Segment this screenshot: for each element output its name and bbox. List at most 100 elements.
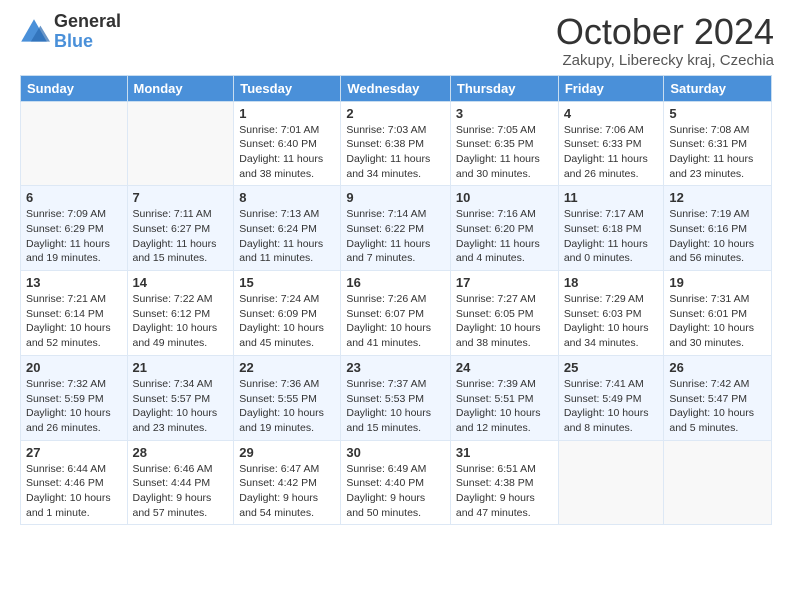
day-number: 26 [669,360,766,375]
calendar-week-row: 27 Sunrise: 6:44 AM Sunset: 4:46 PM Dayli… [21,440,772,525]
day-number: 2 [346,106,445,121]
weekday-header: Tuesday [234,75,341,101]
day-info: Sunrise: 7:34 AM Sunset: 5:57 PM Dayligh… [133,377,229,436]
calendar-cell: 21 Sunrise: 7:34 AM Sunset: 5:57 PM Dayli… [127,355,234,440]
weekday-header: Saturday [664,75,772,101]
calendar-cell [558,440,664,525]
calendar-cell: 22 Sunrise: 7:36 AM Sunset: 5:55 PM Dayli… [234,355,341,440]
calendar-week-row: 13 Sunrise: 7:21 AM Sunset: 6:14 PM Dayli… [21,271,772,356]
day-number: 21 [133,360,229,375]
calendar-cell: 6 Sunrise: 7:09 AM Sunset: 6:29 PM Daylig… [21,186,128,271]
day-number: 8 [239,190,335,205]
day-number: 31 [456,445,553,460]
day-info: Sunrise: 6:44 AM Sunset: 4:46 PM Dayligh… [26,462,122,521]
calendar-cell: 16 Sunrise: 7:26 AM Sunset: 6:07 PM Dayli… [341,271,451,356]
calendar-cell: 23 Sunrise: 7:37 AM Sunset: 5:53 PM Dayli… [341,355,451,440]
calendar-cell: 13 Sunrise: 7:21 AM Sunset: 6:14 PM Dayli… [21,271,128,356]
day-info: Sunrise: 7:37 AM Sunset: 5:53 PM Dayligh… [346,377,445,436]
title-block: October 2024 Zakupy, Liberecky kraj, Cze… [556,12,774,69]
day-info: Sunrise: 7:31 AM Sunset: 6:01 PM Dayligh… [669,292,766,351]
day-info: Sunrise: 7:03 AM Sunset: 6:38 PM Dayligh… [346,123,445,182]
calendar-cell: 24 Sunrise: 7:39 AM Sunset: 5:51 PM Dayli… [450,355,558,440]
day-info: Sunrise: 6:51 AM Sunset: 4:38 PM Dayligh… [456,462,553,521]
day-number: 19 [669,275,766,290]
logo-icon [18,16,50,48]
day-info: Sunrise: 7:19 AM Sunset: 6:16 PM Dayligh… [669,207,766,266]
day-number: 25 [564,360,659,375]
day-number: 14 [133,275,229,290]
calendar-week-row: 1Sunrise: 7:01 AM Sunset: 6:40 PM Daylig… [21,101,772,186]
day-number: 24 [456,360,553,375]
day-info: Sunrise: 7:39 AM Sunset: 5:51 PM Dayligh… [456,377,553,436]
day-number: 5 [669,106,766,121]
day-info: Sunrise: 6:49 AM Sunset: 4:40 PM Dayligh… [346,462,445,521]
day-info: Sunrise: 6:47 AM Sunset: 4:42 PM Dayligh… [239,462,335,521]
calendar-cell: 8 Sunrise: 7:13 AM Sunset: 6:24 PM Daylig… [234,186,341,271]
logo-blue-text: Blue [54,32,121,52]
day-info: Sunrise: 7:21 AM Sunset: 6:14 PM Dayligh… [26,292,122,351]
calendar-cell [21,101,128,186]
weekday-header: Wednesday [341,75,451,101]
day-number: 9 [346,190,445,205]
day-info: Sunrise: 7:36 AM Sunset: 5:55 PM Dayligh… [239,377,335,436]
day-number: 17 [456,275,553,290]
calendar-cell [127,101,234,186]
day-info: Sunrise: 7:11 AM Sunset: 6:27 PM Dayligh… [133,207,229,266]
day-number: 4 [564,106,659,121]
day-number: 10 [456,190,553,205]
day-info: Sunrise: 7:41 AM Sunset: 5:49 PM Dayligh… [564,377,659,436]
day-info: Sunrise: 7:06 AM Sunset: 6:33 PM Dayligh… [564,123,659,182]
day-info: Sunrise: 7:32 AM Sunset: 5:59 PM Dayligh… [26,377,122,436]
calendar-cell: 9Sunrise: 7:14 AM Sunset: 6:22 PM Daylig… [341,186,451,271]
day-info: Sunrise: 7:09 AM Sunset: 6:29 PM Dayligh… [26,207,122,266]
calendar-cell: 29Sunrise: 6:47 AM Sunset: 4:42 PM Dayli… [234,440,341,525]
calendar-cell: 31 Sunrise: 6:51 AM Sunset: 4:38 PM Dayli… [450,440,558,525]
calendar-body: 1Sunrise: 7:01 AM Sunset: 6:40 PM Daylig… [21,101,772,525]
day-info: Sunrise: 7:17 AM Sunset: 6:18 PM Dayligh… [564,207,659,266]
page-header: General Blue October 2024 Zakupy, Libere… [0,0,792,75]
calendar-cell: 27 Sunrise: 6:44 AM Sunset: 4:46 PM Dayli… [21,440,128,525]
day-info: Sunrise: 6:46 AM Sunset: 4:44 PM Dayligh… [133,462,229,521]
day-number: 28 [133,445,229,460]
weekday-header: Sunday [21,75,128,101]
calendar-cell: 18Sunrise: 7:29 AM Sunset: 6:03 PM Dayli… [558,271,664,356]
day-number: 20 [26,360,122,375]
day-number: 16 [346,275,445,290]
calendar-cell: 15 Sunrise: 7:24 AM Sunset: 6:09 PM Dayli… [234,271,341,356]
day-number: 27 [26,445,122,460]
day-info: Sunrise: 7:27 AM Sunset: 6:05 PM Dayligh… [456,292,553,351]
day-number: 3 [456,106,553,121]
day-number: 15 [239,275,335,290]
day-number: 13 [26,275,122,290]
day-info: Sunrise: 7:16 AM Sunset: 6:20 PM Dayligh… [456,207,553,266]
day-info: Sunrise: 7:29 AM Sunset: 6:03 PM Dayligh… [564,292,659,351]
day-info: Sunrise: 7:26 AM Sunset: 6:07 PM Dayligh… [346,292,445,351]
day-number: 23 [346,360,445,375]
calendar-week-row: 6 Sunrise: 7:09 AM Sunset: 6:29 PM Daylig… [21,186,772,271]
calendar-cell: 20 Sunrise: 7:32 AM Sunset: 5:59 PM Dayli… [21,355,128,440]
day-number: 12 [669,190,766,205]
calendar-cell: 1Sunrise: 7:01 AM Sunset: 6:40 PM Daylig… [234,101,341,186]
day-info: Sunrise: 7:24 AM Sunset: 6:09 PM Dayligh… [239,292,335,351]
day-info: Sunrise: 7:42 AM Sunset: 5:47 PM Dayligh… [669,377,766,436]
day-number: 22 [239,360,335,375]
calendar-wrap: SundayMondayTuesdayWednesdayThursdayFrid… [0,75,792,536]
month-title: October 2024 [556,12,774,52]
weekday-header: Friday [558,75,664,101]
calendar-cell: 30 Sunrise: 6:49 AM Sunset: 4:40 PM Dayli… [341,440,451,525]
calendar-cell: 5 Sunrise: 7:08 AM Sunset: 6:31 PM Daylig… [664,101,772,186]
calendar-cell: 14 Sunrise: 7:22 AM Sunset: 6:12 PM Dayli… [127,271,234,356]
day-info: Sunrise: 7:08 AM Sunset: 6:31 PM Dayligh… [669,123,766,182]
day-number: 7 [133,190,229,205]
day-info: Sunrise: 7:22 AM Sunset: 6:12 PM Dayligh… [133,292,229,351]
day-info: Sunrise: 7:01 AM Sunset: 6:40 PM Dayligh… [239,123,335,182]
logo-general-text: General [54,12,121,32]
calendar-cell [664,440,772,525]
weekday-header: Monday [127,75,234,101]
day-info: Sunrise: 7:13 AM Sunset: 6:24 PM Dayligh… [239,207,335,266]
logo: General Blue [18,12,121,52]
day-number: 30 [346,445,445,460]
day-number: 6 [26,190,122,205]
calendar-cell: 3Sunrise: 7:05 AM Sunset: 6:35 PM Daylig… [450,101,558,186]
calendar-cell: 26 Sunrise: 7:42 AM Sunset: 5:47 PM Dayli… [664,355,772,440]
